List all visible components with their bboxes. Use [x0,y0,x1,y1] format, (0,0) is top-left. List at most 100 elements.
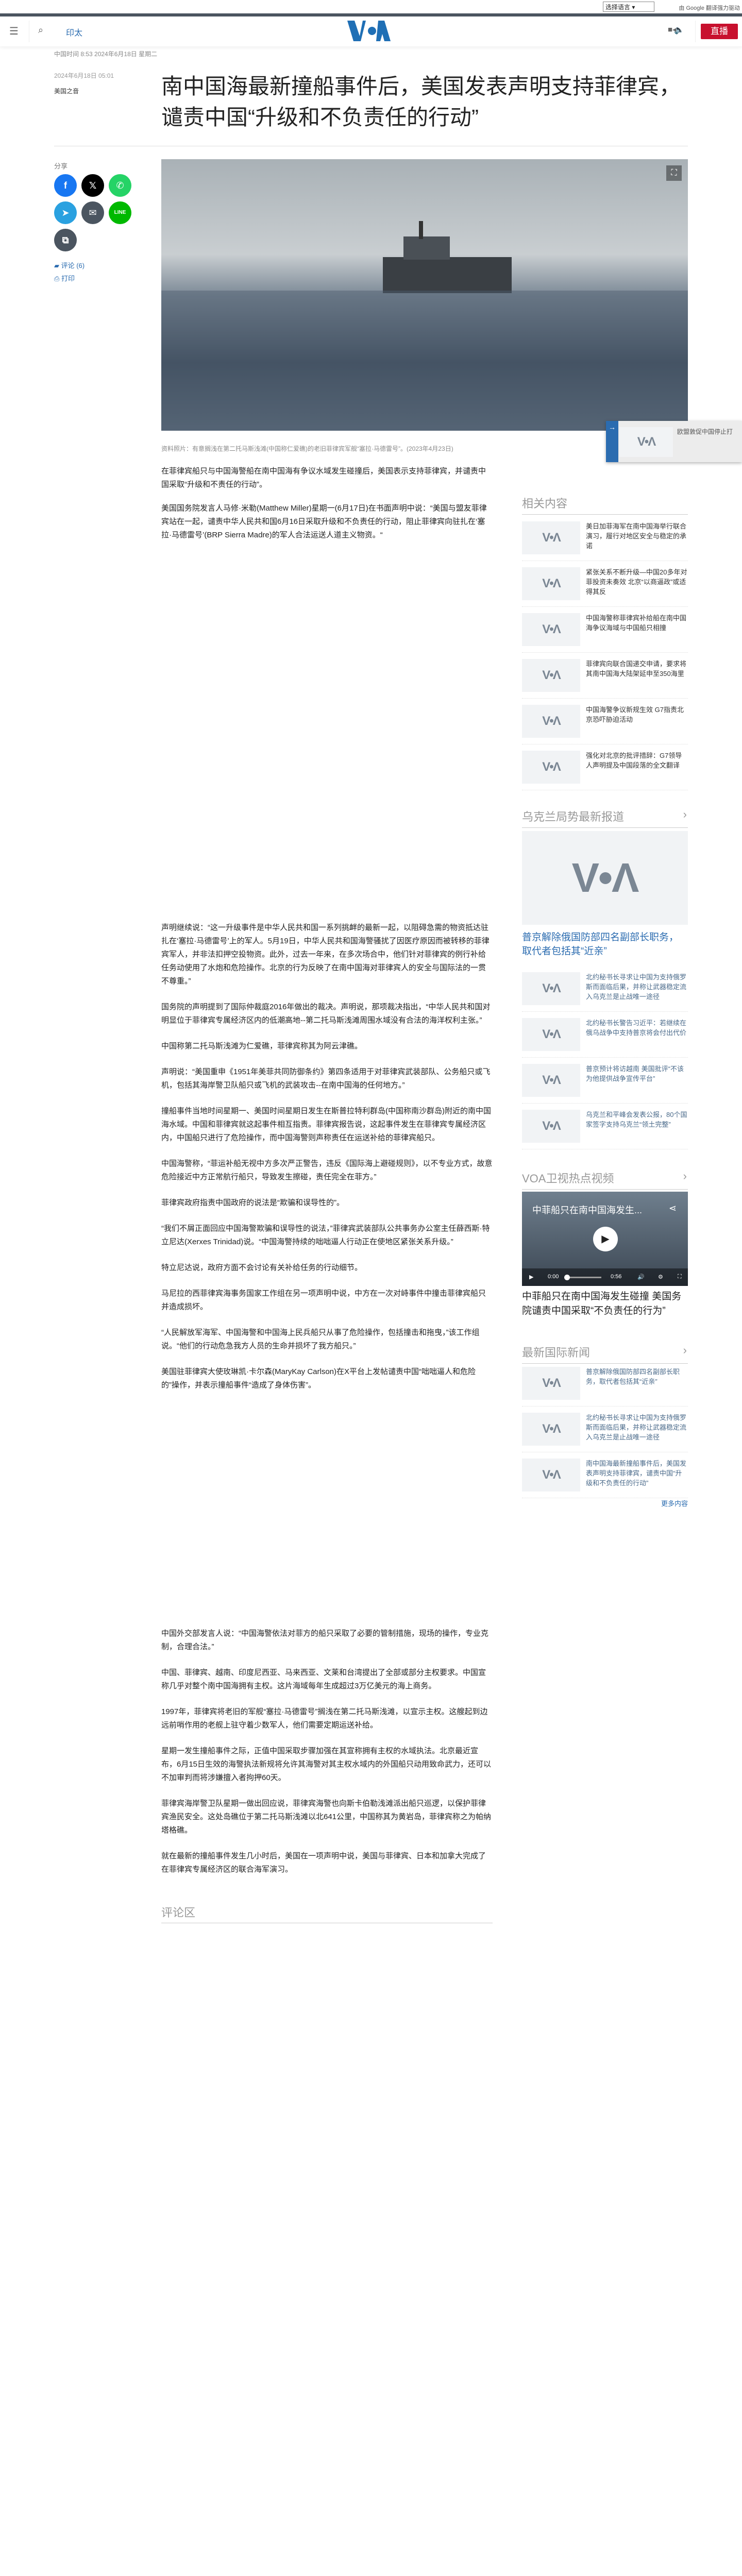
list-item[interactable]: V•Λ 南中国海最新撞船事件后，美国发表声明支持菲律宾，谴责中国“升级和不负责任的… [522,1459,688,1502]
list-item-title[interactable]: 南中国海最新撞船事件后，美国发表声明支持菲律宾，谴责中国“升级和不负责任的行动” [586,1459,688,1488]
play-icon[interactable]: ▶ [529,1274,533,1280]
list-item-title[interactable]: 中国海警争议新规生效 G7指责北京恐吓胁迫活动 [586,705,688,724]
section-title-text[interactable]: VOA卫视热点视频 [522,1172,614,1185]
list-item[interactable]: V•Λ 中国海警称菲律宾补给船在南中国海争议海域与中国船只相撞 [522,613,688,656]
paragraph: 国务院的声明提到了国际仲裁庭2016年做出的裁决。声明说，那项裁决指出，“中华人… [161,1003,491,1025]
arrow-right-icon: → [606,421,618,462]
more-link[interactable]: 更多内容 [522,1498,688,1508]
article-body-a: 在菲律宾船只与中国海警船在南中国海有争议水域发生碰撞后，美国表示支持菲律宾，并谴… [161,465,493,542]
progress-slider[interactable] [564,1275,601,1280]
list-item-title[interactable]: 北约秘书长寻求让中国为支持俄罗斯而面临后果，并称让武器稳定流入乌克兰是止战唯一途… [586,972,688,1002]
fullscreen-icon[interactable]: ⛶ [666,165,682,181]
paragraph: “我们不屑正面回应中国海警欺骗和误导性的说法，”菲律宾武装部队公共事务办公室主任… [161,1224,490,1246]
voa-logo: V•Λ [542,577,561,590]
article-photo: ⛶ [161,159,688,431]
list-item[interactable]: V•Λ 乌克兰和平峰会发表公报，80个国家签字支持乌克兰“领土完整” [522,1110,688,1153]
time-total[interactable]: 0:56 [611,1274,621,1280]
article-body-b: 声明继续说：“这一升级事件是中华人民共和国一系列挑衅的最新一起，以阻碍急需的物资… [161,921,493,1404]
voa-logo: V•Λ [542,1422,561,1436]
paragraph: “人民解放军海军、中国海警和中国海上民兵船只从事了危险操作，包括撞击和拖曳，”该… [161,1328,480,1350]
sidebar-section-title: 相关内容 [522,495,688,515]
email-share-button[interactable]: ✉ [81,201,104,224]
list-item-title[interactable]: 北约秘书长警告习近平：若继续在俄乌战争中支持普京将会付出代价 [586,1018,688,1038]
divider [522,1057,688,1058]
play-button[interactable]: ▶ [593,1227,618,1251]
list-item-title[interactable]: 北约秘书长寻求让中国为支持俄罗斯而面临后果，并称让武器稳定流入乌克兰是止战唯一途… [586,1413,688,1442]
divider [695,21,696,42]
chevron-right-icon[interactable]: › [683,808,687,821]
section-title-text: 相关内容 [522,497,568,510]
share-icon[interactable]: ⋖ [669,1203,677,1214]
paragraph: 中国称第二托马斯浅滩为仁爱礁，菲律宾称其为阿云津礁。 [161,1042,363,1050]
article-date: 2024年6月18日 05:01 [54,72,114,79]
voa-logo: V•Λ [571,855,639,901]
video-camera-icon[interactable]: ■◂ [668,25,677,34]
copy-link-button[interactable]: ⧉ [54,229,77,251]
paragraph: 特立尼达说，政府方面不会讨论有关补给任务的行动细节。 [161,1263,363,1272]
print-link[interactable]: ⎙ 打印 [54,273,75,283]
x-share-button[interactable]: 𝕏 [81,174,104,197]
paragraph: 就在最新的撞船事件发生几小时后，美国在一项声明中说，美国与菲律宾、日本和加拿大完… [161,1852,486,1874]
language-select[interactable]: 选择语言 ▾ [603,2,654,12]
video-title[interactable]: 中菲船只在南中国海发生碰撞 美国务院谴责中国采取“不负责任的行为” [522,1290,688,1318]
article-author[interactable]: 美国之音 [54,87,79,95]
chevron-right-icon[interactable]: › [683,1344,687,1357]
list-item-title[interactable]: 紧张关系不断升级—中国20多年对菲投资未奏效 北京“以商逼政”或适得其反 [586,567,688,597]
list-item[interactable]: V•Λ 中国海警争议新规生效 G7指责北京恐吓胁迫活动 [522,705,688,748]
paragraph: 1997年，菲律宾将老旧的军舰“塞拉·马德雷号”搁浅在第二托马斯浅滩，以宣示主权… [161,1707,488,1730]
whatsapp-share-button[interactable]: ✆ [109,174,131,197]
list-item[interactable]: V•Λ 普京解除俄国防部四名副部长职务，取代者包括其“近亲” [522,1367,688,1410]
lead-title[interactable]: 普京解除俄国防部四名副部长职务，取代者包括其“近亲” [522,930,688,958]
paragraph: 撞船事件当地时间星期一、美国时间星期日发生在斯普拉特利群岛(中国称南沙群岛)附近… [161,1107,491,1142]
list-item[interactable]: V•Λ 菲律宾向联合国递交申请，要求将其南中国海大陆架延申至350海里 [522,659,688,702]
thumbnail: V•Λ [522,521,580,554]
paragraph: 菲律宾海岸警卫队星期一做出回应说，菲律宾海警也向斯卡伯勒浅滩派出船只巡逻，以保护… [161,1799,492,1835]
voa-logo[interactable] [346,20,398,42]
list-item[interactable]: V•Λ 北约秘书长寻求让中国为支持俄罗斯而面临后果，并称让武器稳定流入乌克兰是止战… [522,972,688,1015]
search-icon[interactable]: ⌕ [38,25,43,36]
thumbnail: V•Λ [522,613,580,646]
video-player[interactable]: 中菲船只在南中国海发生... ⋖ ▶ ▶ 0:00 0:56 🔊 ⚙ ⛶ [522,1192,688,1286]
list-item-title[interactable]: 菲律宾向联合国递交申请，要求将其南中国海大陆架延申至350海里 [586,659,688,679]
voa-logo: V•Λ [542,1468,561,1482]
thumbnail: V•Λ [522,1413,580,1446]
section-title-text[interactable]: 最新国际新闻 [522,1346,590,1359]
thumbnail: V•Λ [522,972,580,1005]
list-item[interactable]: V•Λ 普京预计将访越南 美国批评“不该为他提供战争宣传平台” [522,1064,688,1107]
list-item[interactable]: V•Λ 强化对北京的批评措辞：G7领导人声明提及中国段落的全文翻译 [522,751,688,794]
region-link[interactable]: 印太 [66,26,82,38]
sidebar-section-title: 乌克兰局势最新报道 › [522,808,688,828]
floating-next-article[interactable]: → V•Λ 欧盟敦促中国停止打 [606,421,742,462]
lead-image[interactable]: V•Λ [522,831,688,925]
thumbnail: V•Λ [522,567,580,600]
chevron-right-icon[interactable]: › [683,1170,687,1183]
google-powered[interactable]: 由 Google 翻译强力驱动 [679,4,740,12]
comment-icon: ▰ [54,262,61,269]
telegram-share-button[interactable]: ➤ [54,201,77,224]
list-item-title[interactable]: 强化对北京的批评措辞：G7领导人声明提及中国段落的全文翻译 [586,751,688,770]
menu-icon[interactable]: ☰ [9,25,19,38]
section-title-text[interactable]: 乌克兰局势最新报道 [522,810,624,823]
line-share-button[interactable]: LINE [109,201,131,224]
comments-link[interactable]: ▰ 评论 (6) [54,260,85,270]
list-item-title[interactable]: 美日加菲海军在南中国海举行联合演习，履行对地区安全与稳定的承诺 [586,521,688,551]
live-button[interactable]: 直播 [701,24,738,39]
divider [522,606,688,607]
list-item[interactable]: V•Λ 紧张关系不断升级—中国20多年对菲投资未奏效 北京“以商逼政”或适得其反 [522,567,688,611]
list-item[interactable]: V•Λ 北约秘书长警告习近平：若继续在俄乌战争中支持普京将会付出代价 [522,1018,688,1061]
language-select-label: 选择语言 [605,4,631,11]
fullscreen-icon[interactable]: ⛶ [678,1274,682,1280]
list-item-title[interactable]: 中国海警称菲律宾补给船在南中国海争议海域与中国船只相撞 [586,613,688,633]
list-item[interactable]: V•Λ 北约秘书长寻求让中国为支持俄罗斯而面临后果，并称让武器稳定流入乌克兰是止战… [522,1413,688,1456]
time-current[interactable]: 0:00 [548,1274,559,1280]
list-item-title[interactable]: 普京解除俄国防部四名副部长职务，取代者包括其“近亲” [586,1367,688,1386]
sidebar-section-title: VOA卫视热点视频 › [522,1170,688,1190]
slider-knob[interactable] [564,1275,570,1280]
facebook-share-button[interactable]: f [54,174,77,197]
comments-count: 评论 (6) [61,262,85,269]
settings-icon[interactable]: ⚙ [658,1274,663,1280]
list-item[interactable]: V•Λ 美日加菲海军在南中国海举行联合演习，履行对地区安全与稳定的承诺 [522,521,688,565]
volume-icon[interactable]: 🔊 [637,1274,645,1280]
list-item-title[interactable]: 乌克兰和平峰会发表公报，80个国家签字支持乌克兰“领土完整” [586,1110,688,1129]
list-item-title[interactable]: 普京预计将访越南 美国批评“不该为他提供战争宣传平台” [586,1064,688,1083]
